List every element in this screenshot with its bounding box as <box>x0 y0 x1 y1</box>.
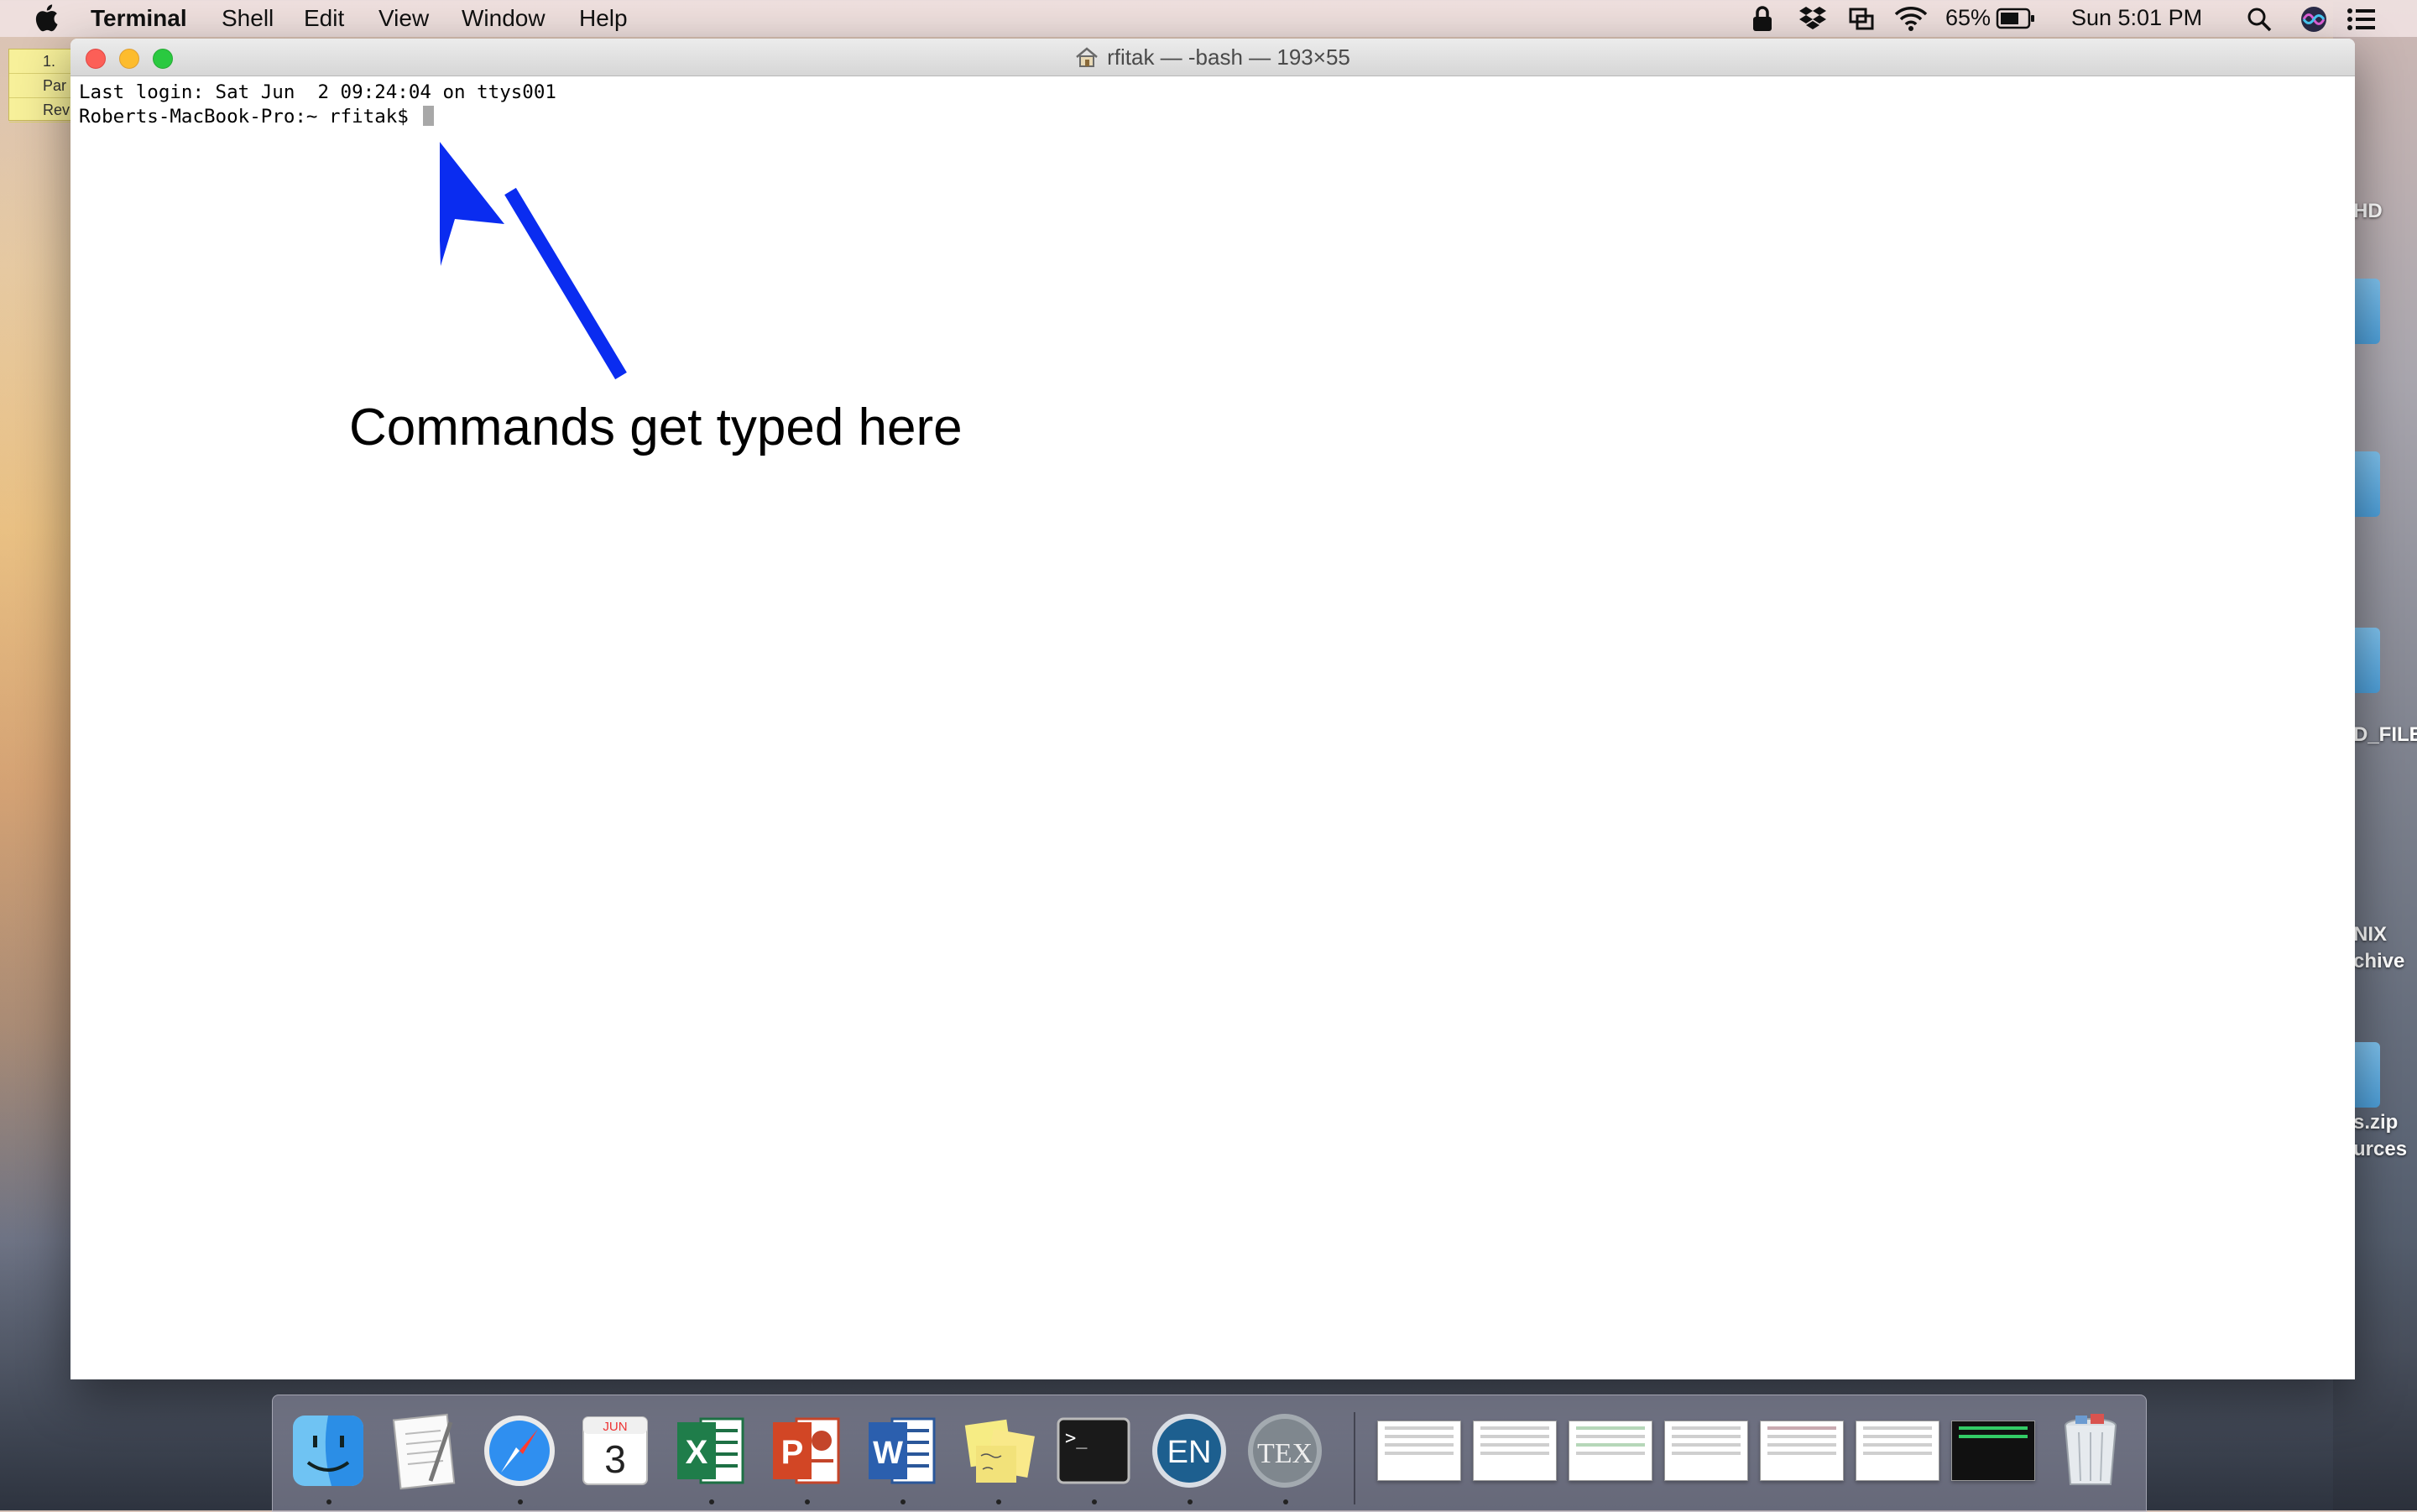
minimized-window-endnote[interactable] <box>1377 1421 1461 1481</box>
running-indicator <box>709 1499 714 1504</box>
terminal-window[interactable]: rfitak — -bash — 193×55 Last login: Sat … <box>70 39 2355 1379</box>
endnote-letters: EN <box>1167 1435 1212 1470</box>
window-title-text: rfitak — -bash — 193×55 <box>1107 44 1350 70</box>
running-indicator <box>518 1499 523 1504</box>
terminal-line: Last login: Sat Jun 2 09:24:04 on ttys00… <box>79 81 556 103</box>
running-indicator <box>901 1499 906 1504</box>
calendar-day: 3 <box>604 1437 626 1481</box>
terminal-glyph: >_ <box>1065 1428 1088 1449</box>
window-title: rfitak — -bash — 193×55 <box>70 39 2355 76</box>
dock-calendar[interactable]: JUN 3 <box>575 1410 655 1491</box>
dock-terminal[interactable]: >_ <box>1053 1410 1134 1491</box>
excel-icon: X <box>677 1417 744 1484</box>
wifi-icon[interactable] <box>1893 5 1929 32</box>
texshop-icon: TEX <box>1248 1414 1322 1488</box>
dock-finder[interactable] <box>288 1410 368 1491</box>
powerpoint-icon: P <box>773 1417 840 1484</box>
stickies-icon <box>964 1419 1035 1483</box>
dock-texshop[interactable]: TEX <box>1245 1410 1325 1491</box>
desktop-icon-label[interactable]: urces <box>2353 1138 2407 1161</box>
minimized-window-finder[interactable] <box>1473 1421 1557 1481</box>
siri-icon[interactable] <box>2300 5 2328 34</box>
dock-stickies[interactable] <box>958 1410 1038 1491</box>
running-indicator <box>1188 1499 1193 1504</box>
dock-textedit[interactable] <box>384 1410 464 1491</box>
terminal-content[interactable]: Last login: Sat Jun 2 09:24:04 on ttys00… <box>79 81 2355 1379</box>
running-indicator <box>1092 1499 1097 1504</box>
annotation-text: Commands get typed here <box>349 399 963 456</box>
menu-bar: Terminal Shell Edit View Window Help 65%… <box>0 0 2417 37</box>
minimized-window-tex[interactable] <box>1664 1421 1748 1481</box>
desktop-icon-label[interactable]: D_FILE <box>2353 723 2417 747</box>
menu-window[interactable]: Window <box>462 5 546 32</box>
minimized-window-safari[interactable] <box>1760 1421 1844 1481</box>
finder-icon <box>293 1416 363 1486</box>
dropbox-icon[interactable] <box>1798 5 1828 32</box>
clock[interactable]: Sun 5:01 PM <box>2071 5 2202 31</box>
display-mirror-icon[interactable] <box>1848 7 1875 32</box>
sticky-line: Par <box>9 74 76 98</box>
annotation-arrow <box>440 142 627 380</box>
excel-letter: X <box>686 1434 708 1471</box>
minimized-window-excel[interactable] <box>1569 1421 1652 1481</box>
running-indicator <box>805 1499 810 1504</box>
desktop-icon-label[interactable]: HD <box>2353 200 2383 223</box>
safari-icon <box>484 1416 555 1486</box>
window-titlebar[interactable]: rfitak — -bash — 193×55 <box>70 39 2355 76</box>
word-icon: W <box>869 1417 936 1484</box>
powerpoint-letter: P <box>781 1434 804 1471</box>
dock-excel[interactable]: X <box>671 1410 751 1491</box>
battery-percent[interactable]: 65% <box>1945 5 1991 31</box>
home-icon <box>1076 47 1098 67</box>
terminal-icon: >_ <box>1057 1417 1130 1484</box>
shell-prompt: Roberts-MacBook-Pro:~ rfitak$ <box>79 106 420 128</box>
menu-app-name[interactable]: Terminal <box>91 5 187 32</box>
texshop-letters: TEX <box>1257 1438 1313 1469</box>
endnote-icon: EN <box>1152 1414 1226 1488</box>
dock-safari[interactable] <box>479 1410 560 1491</box>
calendar-icon: JUN 3 <box>582 1416 648 1485</box>
sticky-line: Rev <box>9 98 76 123</box>
textedit-icon <box>392 1413 456 1490</box>
running-indicator <box>996 1499 1001 1504</box>
menu-help[interactable]: Help <box>579 5 628 32</box>
desktop-icon-label[interactable]: s.zip <box>2353 1111 2398 1134</box>
running-indicator <box>326 1499 331 1504</box>
menu-edit[interactable]: Edit <box>304 5 344 32</box>
apple-menu-icon[interactable] <box>34 3 59 32</box>
terminal-prompt-line[interactable]: Roberts-MacBook-Pro:~ rfitak$ <box>79 105 2355 129</box>
minimized-window-terminal[interactable] <box>1951 1421 2035 1481</box>
dock-word[interactable]: W <box>862 1410 942 1491</box>
trash-icon <box>2065 1414 2117 1485</box>
dock-powerpoint[interactable]: P <box>766 1410 847 1491</box>
notification-center-icon[interactable] <box>2347 7 2377 32</box>
menu-view[interactable]: View <box>378 5 429 32</box>
dock-trash[interactable] <box>2050 1410 2131 1491</box>
desktop-icon-label[interactable]: chive <box>2353 950 2404 973</box>
battery-icon[interactable] <box>1996 8 2036 29</box>
dock-endnote[interactable]: EN <box>1149 1410 1229 1491</box>
sticky-note[interactable]: 1. Par Rev <box>8 49 77 123</box>
minimized-window-finder-2[interactable] <box>1856 1421 1939 1481</box>
calendar-month: JUN <box>603 1420 627 1434</box>
sticky-line: 1. <box>9 50 76 74</box>
dock: JUN 3 X P W >_ EN TEX <box>272 1395 2147 1512</box>
menu-shell[interactable]: Shell <box>222 5 274 32</box>
dock-separator <box>1354 1412 1355 1504</box>
text-cursor <box>423 106 435 126</box>
lock-icon[interactable] <box>1751 5 1774 32</box>
spotlight-search-icon[interactable] <box>2246 6 2273 33</box>
running-indicator <box>1283 1499 1288 1504</box>
word-letter: W <box>873 1436 903 1471</box>
desktop-icon-label[interactable]: NIX <box>2353 923 2387 946</box>
